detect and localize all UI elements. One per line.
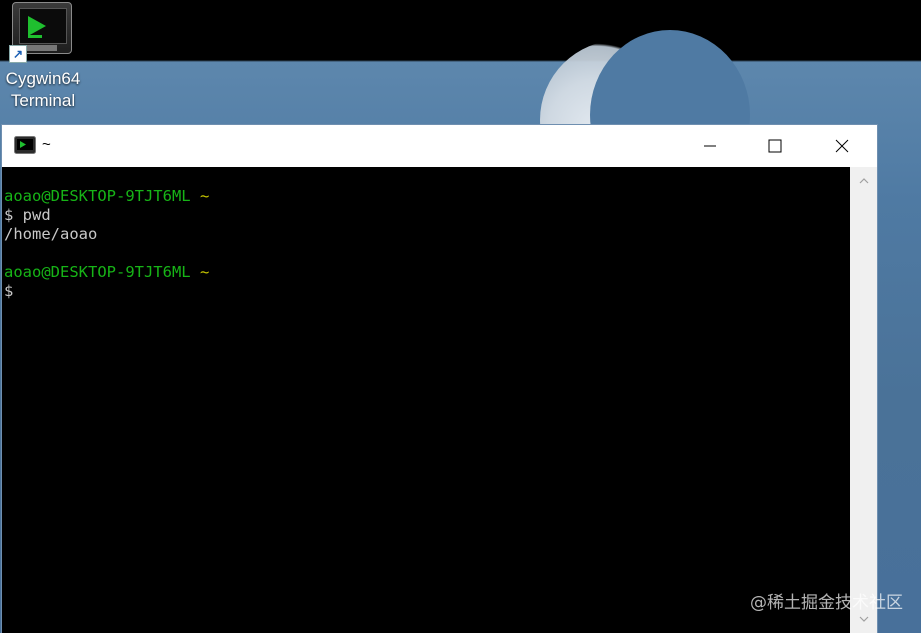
console-line: aoao@DESKTOP-9TJT6ML ~ — [2, 263, 850, 282]
prompt-user: aoao@DESKTOP-9TJT6ML — [4, 187, 191, 205]
close-icon — [835, 139, 849, 153]
desktop-icon-label-line1: Cygwin64 — [5, 69, 81, 88]
terminal-app-icon — [14, 136, 36, 154]
maximize-icon — [768, 139, 782, 153]
title-bar[interactable]: ~ — [2, 125, 877, 167]
desktop-icon-label-line2: Terminal — [10, 91, 76, 110]
console-line: $ pwd — [4, 206, 51, 224]
minimize-button[interactable] — [687, 125, 733, 167]
prompt-dir: ~ — [199, 187, 210, 205]
prompt-dir: ~ — [199, 263, 210, 281]
shortcut-arrow-icon: ↗ — [9, 45, 27, 63]
window-title: ~ — [42, 136, 51, 153]
scroll-down-icon[interactable] — [858, 613, 870, 625]
minimize-icon — [704, 145, 716, 147]
desktop-icon-label: Cygwin64 Terminal — [0, 68, 86, 112]
desktop-shortcut-cygwin-terminal[interactable]: ↗ Cygwin64 Terminal — [0, 0, 86, 116]
console-line: /home/aoao — [4, 225, 98, 243]
console-prompt-line: $ — [4, 282, 14, 300]
console-line: aoao@DESKTOP-9TJT6ML ~ — [2, 187, 850, 206]
watermark: @稀土掘金技术社区 — [750, 593, 903, 613]
terminal-window: ~ aoao@DESKTOP-9TJT6ML ~ $ pwd /home/aoa… — [2, 125, 877, 633]
terminal-console[interactable]: aoao@DESKTOP-9TJT6ML ~ $ pwd /home/aoao … — [2, 167, 850, 633]
prompt-user: aoao@DESKTOP-9TJT6ML — [4, 263, 191, 281]
maximize-button[interactable] — [752, 125, 798, 167]
scroll-up-icon[interactable] — [858, 175, 870, 187]
vertical-scrollbar[interactable] — [850, 167, 877, 633]
close-button[interactable] — [818, 125, 864, 167]
